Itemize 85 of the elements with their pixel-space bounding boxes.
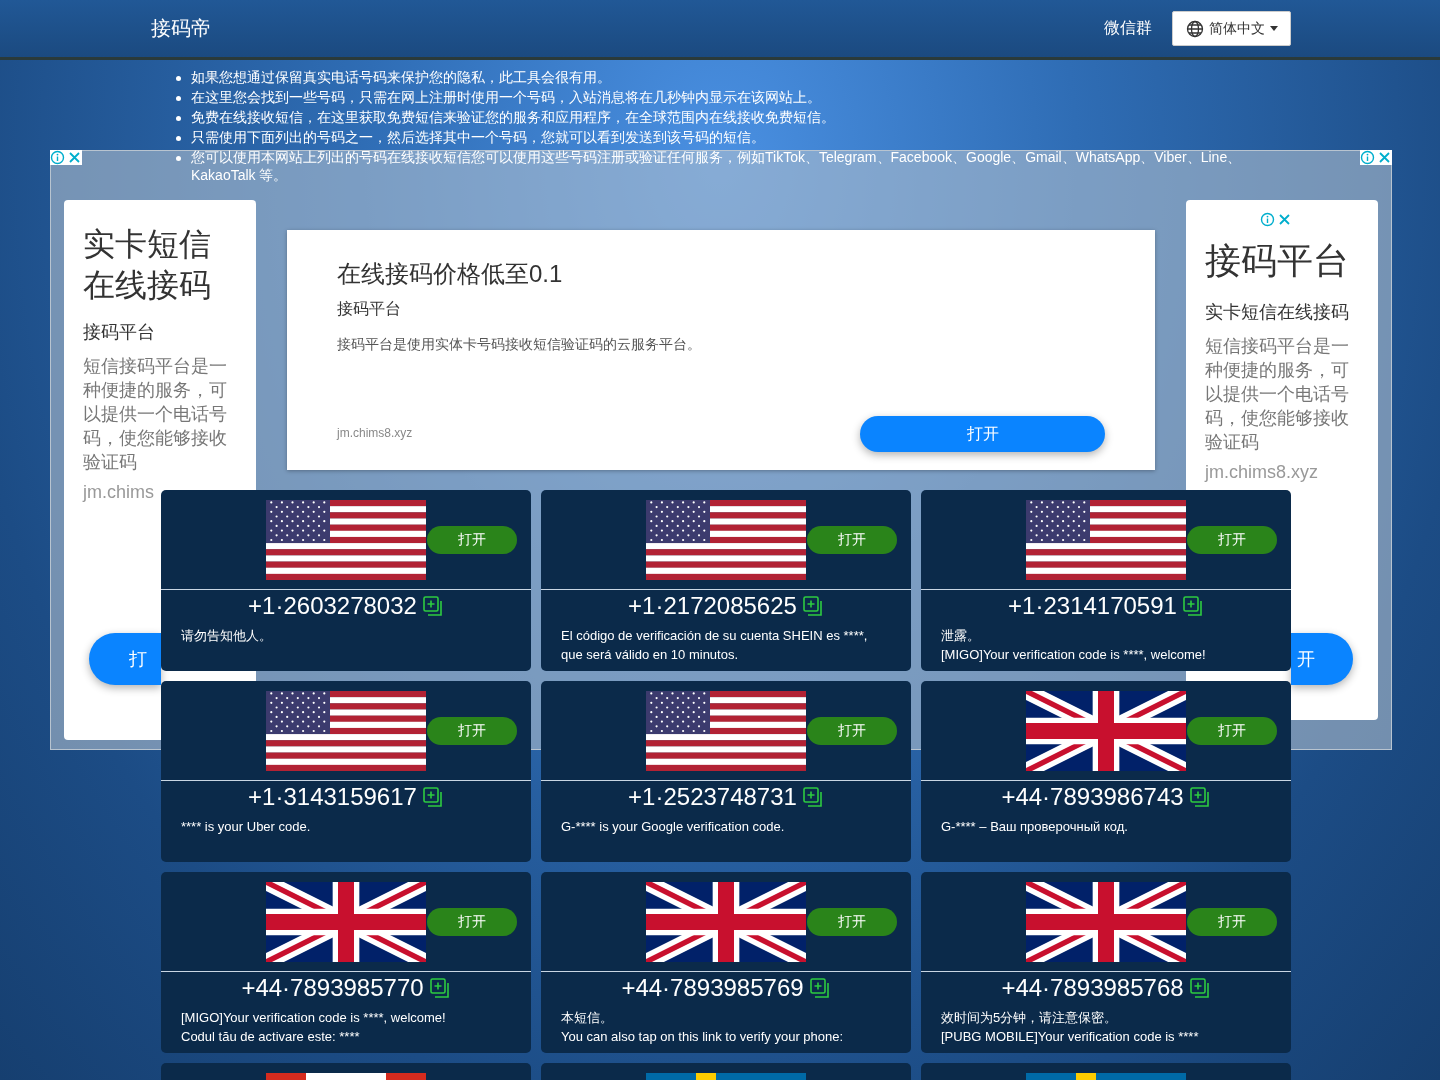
close-icon[interactable] [67,150,82,165]
message-text: 效时间为5分钟，请注意保密。 [941,1009,1119,1027]
message-text: 请勿告知他人。 [181,627,273,645]
copy-icon[interactable] [422,786,444,808]
bullet-icon [176,116,181,121]
ad-title: 实卡短信在线接码 [83,225,212,305]
us-flag-icon [646,691,806,771]
open-button[interactable]: 打开 [427,526,517,554]
copy-icon[interactable] [422,595,444,617]
phone-number[interactable]: +1·2523748731 [628,783,797,811]
ad-subtitle: 接码平台 [83,321,156,344]
message-text: G-**** – Ваш проверочный код. [941,818,1129,836]
phone-number[interactable]: +1·3143159617 [248,783,417,811]
uk-flag-icon [266,882,426,962]
copy-icon[interactable] [1182,595,1204,617]
ad-url[interactable]: jm.chims8.xyz [1205,462,1318,483]
nav-link[interactable]: 微信群 [1104,18,1152,39]
intro-text: 只需使用下面列出的号码之一，然后选择其中一个号码，您就可以看到发送到该号码的短信。 [191,129,765,147]
phone-number[interactable]: +44·7893985768 [1001,974,1184,1002]
bullet-icon [176,96,181,101]
message-text: 本短信。 [561,1009,614,1027]
language-button[interactable]: 简体中文 [1172,11,1291,46]
ad-title: 接码平台 [1205,240,1350,281]
bullet-icon [176,76,181,81]
us-flag-icon [1026,500,1186,580]
open-button[interactable]: 打开 [1187,526,1277,554]
bullet-icon [176,156,181,161]
info-icon[interactable] [1360,150,1375,165]
open-button[interactable]: 打开 [807,908,897,936]
open-button[interactable]: 开 [1291,633,1353,685]
ad-description: 短信接码平台是一种便捷的服务，可以提供一个电话号码，使您能够接收验证码 [83,355,228,474]
ad-description: 接码平台是使用实体卡号码接收短信验证码的云服务平台。 [337,336,701,354]
open-button[interactable]: 打开 [427,908,517,936]
open-button[interactable]: 打开 [807,717,897,745]
copy-icon[interactable] [429,977,451,999]
message-text: **** is your Uber code. [181,818,312,836]
ad-description: 短信接码平台是一种便捷的服务，可以提供一个电话号码，使您能够接收验证码 [1205,335,1350,454]
message-text: [MIGO]Your verification code is ****, welcome! [941,646,1207,664]
uk-flag-icon [1026,691,1186,771]
open-button[interactable]: 打 [89,633,161,685]
copy-icon[interactable] [809,977,831,999]
us-flag-icon [266,500,426,580]
bullet-icon [176,136,181,141]
open-button[interactable]: 打开 [860,416,1105,452]
message-text: Codul tău de activare este: **** [181,1028,361,1046]
copy-icon[interactable] [1189,786,1211,808]
ad-url[interactable]: jm.chims8.xyz [337,426,413,440]
message-text: You can also tap on this link to verify your phone: [561,1028,845,1046]
message-text: El código de verificación de su cuenta SHEIN es ****, que será válido en 10 minutos. [561,627,869,664]
close-icon[interactable] [1377,150,1392,165]
ad-url[interactable]: jm.chims [83,482,154,503]
us-flag-icon [646,500,806,580]
uk-flag-icon [1026,882,1186,962]
open-button[interactable]: 打开 [1187,908,1277,936]
phone-number[interactable]: +1·2172085625 [628,592,797,620]
intro-text: 免费在线接收短信，在这里获取免费短信来验证您的服务和应用程序，在全球范围内在线接收免费短信。 [191,109,835,127]
intro-text: 如果您想通过保留真实电话号码来保护您的隐私，此工具会很有用。 [191,69,611,87]
uk-flag-icon [646,882,806,962]
phone-number[interactable]: +1·2314170591 [1008,592,1177,620]
copy-icon[interactable] [802,786,824,808]
open-button[interactable]: 打开 [807,526,897,554]
message-text: [MIGO]Your verification code is ****, welcome! [181,1009,447,1027]
copy-icon[interactable] [802,595,824,617]
ad-title: 在线接码价格低至0.1 [337,259,563,289]
phone-number[interactable]: +1·2603278032 [248,592,417,620]
open-button[interactable]: 打开 [1187,717,1277,745]
open-button[interactable]: 打开 [427,717,517,745]
us-flag-icon [266,691,426,771]
copy-icon[interactable] [1189,977,1211,999]
info-icon[interactable] [1260,212,1275,227]
ad-subtitle: 实卡短信在线接码 [1205,301,1350,324]
phone-number[interactable]: +44·7893986743 [1001,783,1184,811]
intro-text: 在这里您会找到一些号码，只需在网上注册时使用一个号码，入站消息将在几秒钟内显示在该网站上。 [191,89,821,107]
globe-icon [1186,19,1204,38]
message-text: [PUBG MOBILE]Your verification code is **** [941,1028,1200,1046]
intro-text: 您可以使用本网站上列出的号码在线接收短信您可以使用这些号码注册或验证任何服务，例如TikTok、Telegram、Facebook、Google、Gmail、WhatsApp、Viber、Line、KakaoTalk 等。 [191,149,1243,185]
message-text: 泄露。 [941,627,981,645]
site-title[interactable]: 接码帝 [151,15,1104,42]
phone-number[interactable]: +44·7893985769 [621,974,804,1002]
phone-number[interactable]: +44·7893985770 [241,974,424,1002]
caret-icon [1270,26,1278,31]
message-text: G-**** is your Google verification code. [561,818,786,836]
ad-subtitle: 接码平台 [337,299,401,319]
info-icon[interactable] [50,150,65,165]
close-icon[interactable] [1277,212,1292,227]
